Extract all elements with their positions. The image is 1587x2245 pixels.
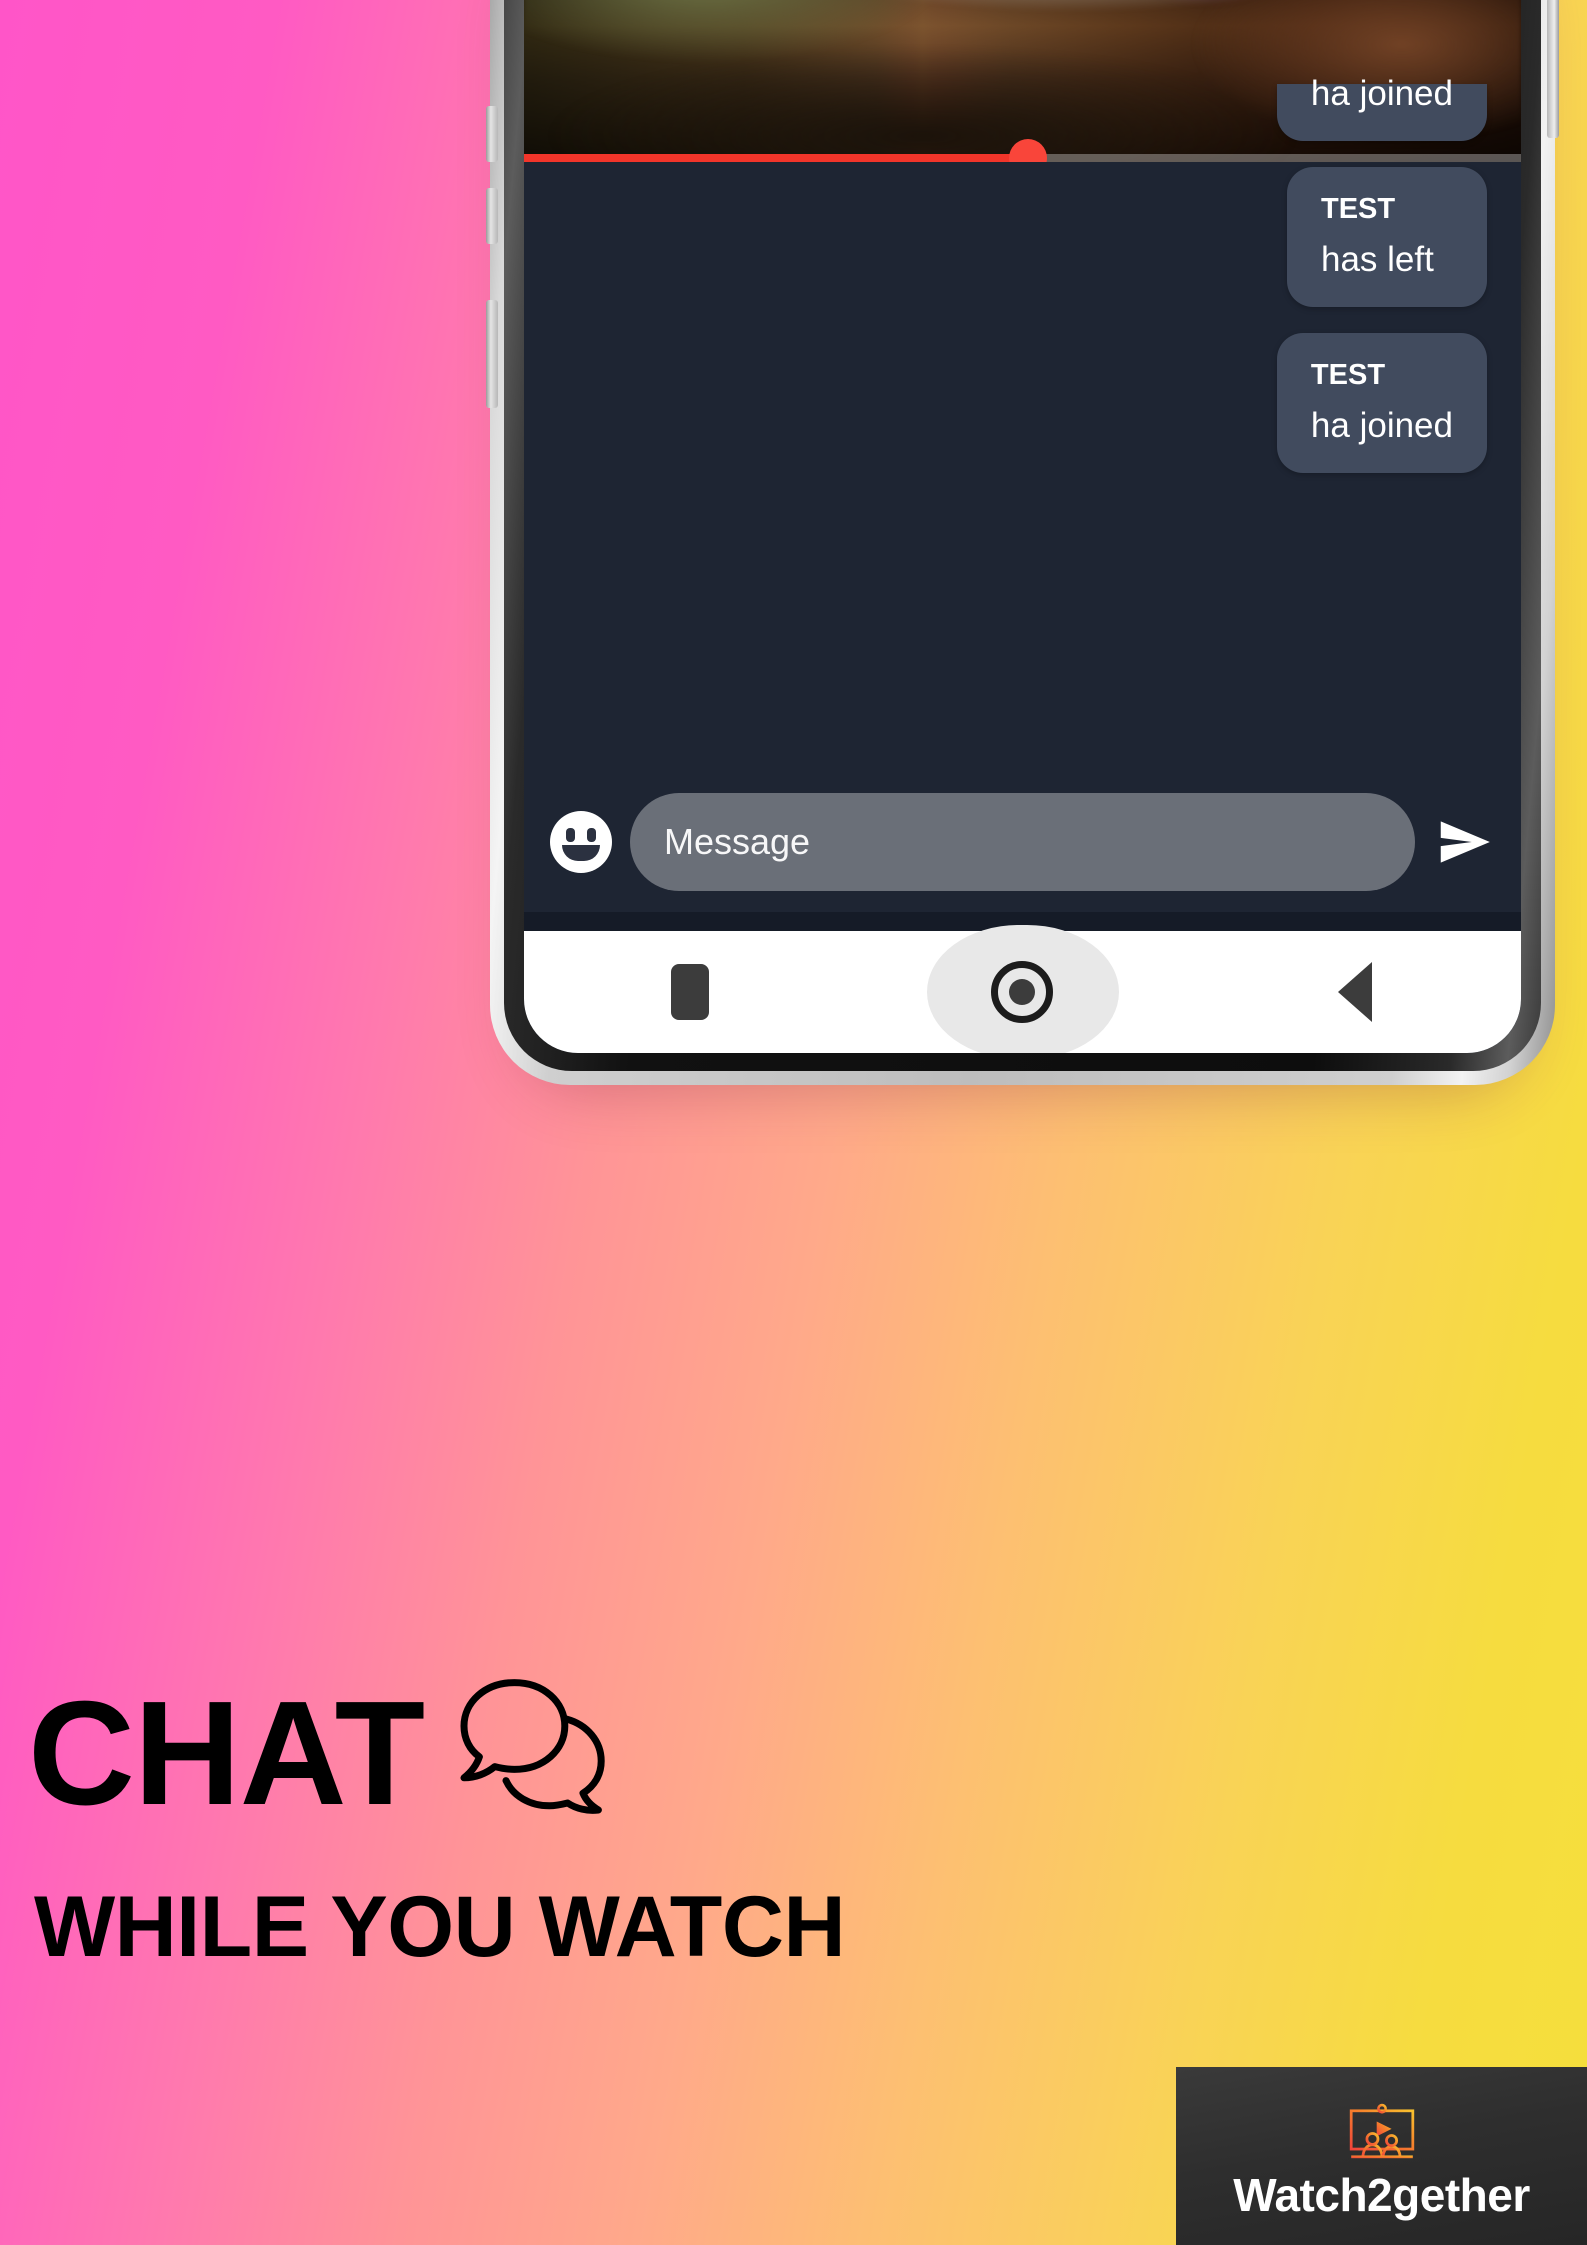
watch2gether-logo-icon (1349, 2103, 1414, 2159)
message-input-placeholder: Message (664, 821, 811, 862)
emoji-mouth (562, 845, 600, 861)
phone-frame: 02:05 / 04:06 (486, 0, 1559, 1085)
phone-bezel: 02:05 / 04:06 (504, 0, 1541, 1071)
home-circle-icon (991, 961, 1054, 1023)
message-input[interactable]: Message (630, 793, 1415, 891)
phone-screen: 02:05 / 04:06 (524, 0, 1521, 1053)
recents-square-icon (671, 964, 710, 1020)
volume-up-button[interactable] (486, 106, 498, 162)
video-progress-filled (524, 154, 1029, 162)
chat-message-list[interactable]: TEST ha joined TEST has left TEST ha joi… (524, 76, 1521, 722)
chat-message-text: ha joined (1310, 74, 1453, 113)
emoji-eye-right (587, 828, 596, 842)
chat-area: TEST ha joined TEST has left TEST ha joi… (524, 76, 1521, 1053)
recents-button[interactable] (630, 931, 750, 1053)
chat-bubbles-icon (460, 1679, 605, 1814)
back-button[interactable] (1295, 931, 1415, 1053)
power-button[interactable] (486, 300, 498, 408)
video-progress-bar[interactable] (524, 139, 1521, 162)
back-triangle-icon (1337, 962, 1372, 1022)
chat-message-text: has left (1321, 240, 1434, 279)
right-side-button[interactable] (1547, 0, 1559, 138)
emoji-smiley-icon[interactable] (550, 811, 612, 873)
brand-name: Watch2gether (1233, 2169, 1530, 2221)
chat-message-text: ha joined (1310, 406, 1453, 445)
phone-mockup: 02:05 / 04:06 (486, 0, 1559, 1085)
chat-message-bubble: TEST ha joined (1276, 333, 1487, 473)
chat-message-user: TEST (1321, 193, 1396, 225)
chat-input-bar: Message (524, 772, 1521, 912)
android-navigation-bar (524, 925, 1521, 1053)
page-title: CHAT (28, 1671, 425, 1836)
page-subtitle: WHILE YOU WATCH (34, 1879, 846, 1975)
emoji-eye-left (566, 828, 575, 842)
chat-message-user: TEST (1310, 359, 1386, 391)
home-button[interactable] (962, 931, 1082, 1053)
brand-badge: Watch2gether (1176, 2067, 1587, 2245)
volume-down-button[interactable] (486, 188, 498, 244)
promo-headline-row: CHAT (28, 1671, 618, 1836)
chat-message-bubble: TEST has left (1287, 167, 1487, 307)
send-icon[interactable] (1433, 811, 1495, 873)
emoji-keyboard: & % (524, 912, 1521, 1053)
chat-message-bubble: TEST ha joined (1276, 76, 1487, 141)
